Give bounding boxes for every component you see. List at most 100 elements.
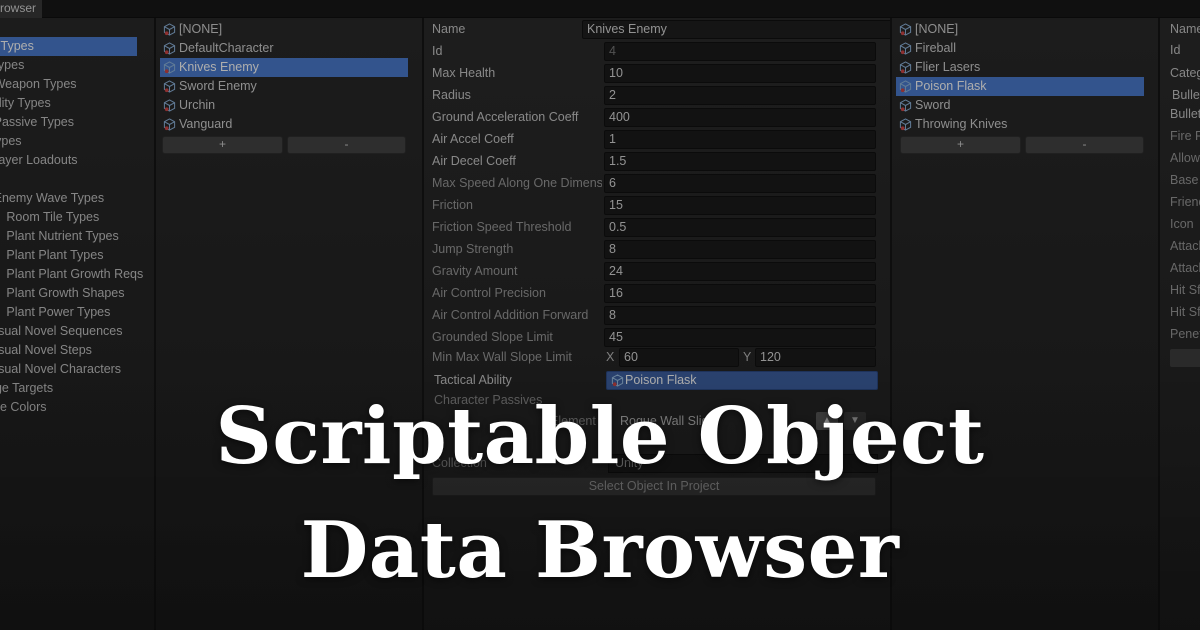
field-row: Air Control Addition Forward 8 — [432, 306, 884, 326]
category-item[interactable]: Visual Novel Steps — [0, 341, 105, 360]
category-label: Weapon Types — [0, 77, 77, 91]
field-input[interactable]: 8 — [604, 306, 876, 325]
category-item[interactable]: Shape Types — [0, 132, 73, 151]
field-input[interactable]: 24 — [604, 262, 876, 281]
scriptable-object-icon — [163, 61, 176, 74]
scriptable-object-icon — [899, 23, 912, 36]
category-item[interactable]: Character Types — [0, 37, 137, 56]
category-label: Room Tile Types — [6, 210, 100, 224]
ability-item[interactable]: Flier Lasers — [896, 58, 1144, 77]
detail-label: Icon — [1170, 217, 1194, 231]
field-row: Jump Strength 8 — [432, 240, 884, 260]
scriptable-object-icon — [163, 99, 176, 112]
object-item[interactable]: Vanguard — [160, 115, 408, 134]
field-input[interactable]: 400 — [604, 108, 876, 127]
detail-label: Base — [1170, 173, 1199, 187]
field-input[interactable]: 8 — [604, 240, 876, 259]
field-row: Gravity Amount 24 — [432, 262, 884, 282]
scriptable-object-icon — [163, 42, 176, 55]
field-input[interactable]: 0.5 — [604, 218, 876, 237]
ability-item[interactable]: Sword — [896, 96, 1144, 115]
category-item[interactable]: Plant Nutrient Types — [0, 227, 118, 246]
category-item[interactable]: Biomes — [0, 170, 42, 189]
category-item[interactable]: Enemy Wave Types — [0, 189, 110, 208]
object-item[interactable]: Urchin — [160, 96, 408, 115]
field-input[interactable]: 45 — [604, 328, 876, 347]
category-label: Visual Novel Characters — [0, 362, 122, 376]
detail-label: Id — [1170, 43, 1181, 57]
field-input[interactable]: 10 — [604, 64, 876, 83]
name-field[interactable]: Knives Enemy — [582, 20, 890, 39]
add-ability-button[interactable]: + — [900, 136, 1021, 154]
category-item[interactable]: Passive Types — [0, 113, 80, 132]
field-label: Friction — [432, 198, 473, 212]
object-list: [NONE] DefaultCharacter Knives Enemy Sword … — [160, 20, 408, 134]
category-item[interactable]: Room Tile Types — [0, 208, 99, 227]
field-row: Max Speed Along One Dimension 6 — [432, 174, 884, 194]
browser-tab[interactable]: Browser — [0, 0, 42, 18]
detail-button[interactable] — [1170, 349, 1200, 367]
field-row: Friction 15 — [432, 196, 884, 216]
field-input[interactable]: 15 — [604, 196, 876, 215]
field-input[interactable]: 2 — [604, 86, 876, 105]
field-label: Radius — [432, 88, 471, 102]
field-input[interactable]: 1 — [604, 130, 876, 149]
detail-label: Category — [1170, 66, 1200, 80]
category-item[interactable]: Enemy Types — [0, 56, 76, 75]
ability-label: Fireball — [915, 41, 956, 55]
object-item[interactable]: [NONE] — [160, 20, 408, 39]
category-item[interactable]: Weapon Types — [0, 75, 83, 94]
object-label: Sword Enemy — [179, 79, 257, 93]
field-row: Air Accel Coeff 1 — [432, 130, 884, 150]
field-label: Max Speed Along One Dimension — [432, 176, 602, 190]
field-label: Friction Speed Threshold — [432, 220, 572, 234]
detail-label: Hit Sfx — [1170, 283, 1200, 297]
tactical-row: Tactical Ability Poison Flask — [432, 371, 884, 391]
scriptable-object-icon — [899, 118, 912, 131]
category-label: Player Loadouts — [0, 153, 78, 167]
field-label: Grounded Slope Limit — [432, 330, 553, 344]
scriptable-object-icon — [611, 374, 624, 387]
field-label: Air Accel Coeff — [432, 132, 514, 146]
category-item[interactable]: Visual Novel Sequences — [0, 322, 135, 341]
field-input[interactable]: 1.5 — [604, 152, 876, 171]
field-label: Max Health — [432, 66, 496, 80]
ability-item[interactable]: Poison Flask — [896, 77, 1144, 96]
ability-item[interactable]: Throwing Knives — [896, 115, 1144, 134]
detail-label: Penetrate — [1170, 327, 1200, 341]
y-field[interactable]: 120 — [755, 348, 876, 367]
ability-item[interactable]: [NONE] — [896, 20, 1144, 39]
remove-object-button[interactable]: - — [287, 136, 406, 154]
category-item[interactable]: Plant Plant Growth Reqs — [0, 265, 143, 284]
category-item[interactable]: Plant Growth Shapes — [0, 284, 124, 303]
remove-ability-button[interactable]: - — [1025, 136, 1144, 154]
category-item[interactable]: Player Loadouts — [0, 151, 90, 170]
category-label: Plant Growth Shapes — [6, 286, 125, 300]
category-item[interactable]: Damage Targets — [0, 379, 92, 398]
field-label: Air Decel Coeff — [432, 154, 516, 168]
ability-label: [NONE] — [915, 22, 959, 36]
field-input[interactable]: 16 — [604, 284, 876, 303]
ability-label: Throwing Knives — [915, 117, 1008, 131]
field-label: Ground Acceleration Coeff — [432, 110, 579, 124]
x-field[interactable]: 60 — [619, 348, 739, 367]
object-item[interactable]: Knives Enemy — [160, 58, 408, 77]
tactical-field[interactable]: Poison Flask — [606, 371, 878, 390]
field-input[interactable]: 6 — [604, 174, 876, 193]
field-label: Air Control Addition Forward — [432, 308, 589, 322]
object-item[interactable]: Sword Enemy — [160, 77, 408, 96]
category-item[interactable]: Plant Plant Types — [0, 246, 103, 265]
field-label: Air Control Precision — [432, 286, 546, 300]
ability-list: [NONE] Fireball Flier Lasers Poison Flask Sw… — [896, 20, 1144, 134]
field-row: Id 4 — [432, 42, 884, 62]
detail-label: Hit Sfx — [1170, 305, 1200, 319]
category-item[interactable]: Plant Power Types — [0, 303, 110, 322]
detail-label: Allow — [1170, 151, 1200, 165]
field-row: Friction Speed Threshold 0.5 — [432, 218, 884, 238]
category-item[interactable]: Ability Types — [0, 94, 70, 113]
category-item[interactable]: Visual Novel Characters — [0, 360, 134, 379]
add-object-button[interactable]: + — [162, 136, 283, 154]
object-item[interactable]: DefaultCharacter — [160, 39, 408, 58]
category-label: Visual Novel Sequences — [0, 324, 123, 338]
ability-item[interactable]: Fireball — [896, 39, 1144, 58]
